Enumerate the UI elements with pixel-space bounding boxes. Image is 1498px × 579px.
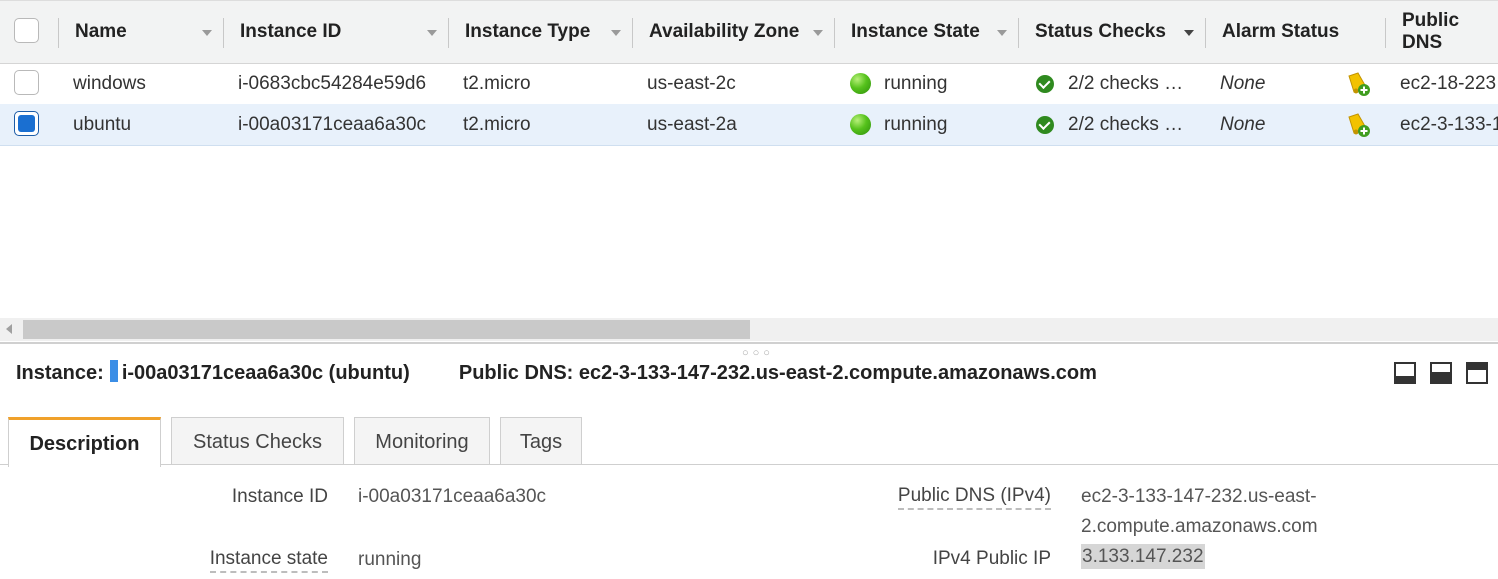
resize-grip-icon[interactable]: ○○○ (742, 347, 774, 359)
running-state-icon (850, 73, 871, 94)
sort-availability-zone-icon[interactable] (813, 30, 823, 36)
status-checks[interactable]: 2/2 checks … (1068, 104, 1183, 145)
instance-state: running (884, 73, 948, 94)
selected-instance-bar: Instance: i-00a03171ceaa6a30c (ubuntu) Pu… (16, 360, 1097, 388)
alarm-status: None (1220, 114, 1266, 135)
column-header-name[interactable]: Name (75, 1, 127, 63)
availability-zone: us-east-2c (647, 73, 736, 94)
column-header-instance-type[interactable]: Instance Type (465, 1, 590, 63)
tab-monitoring[interactable]: Monitoring (354, 417, 490, 464)
select-all-checkbox[interactable] (14, 18, 39, 43)
tab-description[interactable]: Description (8, 417, 161, 467)
scroll-left-arrow-icon[interactable] (6, 324, 12, 334)
field-label-instance-state[interactable]: Instance state (209, 548, 328, 573)
table-row[interactable]: ubuntu i-00a03171ceaa6a30c t2.micro us-e… (0, 104, 1498, 146)
add-alarm-icon[interactable] (1345, 112, 1371, 138)
field-value-public-dns-line1: ec2-3-133-147-232.us-east- (1081, 486, 1317, 507)
sort-name-icon[interactable] (202, 30, 212, 36)
tab-status-checks[interactable]: Status Checks (171, 417, 344, 464)
ipv4-highlight[interactable]: 3.133.147.232 (1081, 544, 1205, 569)
field-label-ipv4-public-ip: IPv4 Public IP (932, 548, 1051, 569)
split-divider[interactable] (0, 342, 1498, 344)
field-value-public-dns-line2: 2.compute.amazonaws.com (1081, 516, 1318, 537)
sort-instance-state-icon[interactable] (997, 30, 1007, 36)
pane-bottom-small-icon[interactable] (1394, 362, 1416, 384)
status-checks[interactable]: 2/2 checks … (1068, 63, 1183, 104)
table-header: Name Instance ID Instance Type Availabil… (0, 0, 1498, 64)
alarm-status: None (1220, 73, 1266, 94)
column-header-availability-zone[interactable]: Availability Zone (649, 1, 799, 63)
pane-top-icon[interactable] (1466, 362, 1488, 384)
sort-instance-type-icon[interactable] (611, 30, 621, 36)
column-header-status-checks[interactable]: Status Checks (1035, 1, 1166, 63)
instance-id: i-00a03171ceaa6a30c (238, 114, 427, 135)
column-header-instance-id[interactable]: Instance ID (240, 1, 341, 63)
sort-instance-id-icon[interactable] (427, 30, 437, 36)
pane-bottom-large-icon[interactable] (1430, 362, 1452, 384)
field-value-instance-state: running (358, 549, 422, 570)
instance-name[interactable]: ubuntu (73, 104, 131, 145)
public-dns-value: ec2-3-133-147-232.us-east-2.compute.amaz… (578, 362, 1097, 384)
field-label-instance-id: Instance ID (231, 486, 328, 507)
field-label-public-dns-ipv4[interactable]: Public DNS (IPv4) (897, 485, 1051, 510)
instance-color-marker (109, 360, 118, 382)
table-row[interactable]: windows i-0683cbc54284e59d6 t2.micro us-… (0, 63, 1498, 105)
column-header-alarm-status[interactable]: Alarm Status (1222, 1, 1339, 63)
instance-type: t2.micro (463, 114, 531, 135)
instance-id: i-0683cbc54284e59d6 (238, 73, 427, 94)
row-checkbox[interactable] (14, 70, 39, 95)
field-value-ipv4-public-ip[interactable]: 3.133.147.232 (1081, 544, 1205, 569)
row-checkbox-checked[interactable] (14, 111, 39, 136)
instance-type: t2.micro (463, 73, 531, 94)
public-dns: ec2-3-133-1 (1400, 114, 1498, 135)
sort-status-checks-icon[interactable] (1184, 30, 1194, 36)
tab-tags[interactable]: Tags (500, 417, 582, 464)
tab-underline (0, 464, 1498, 465)
instance-value: i-00a03171ceaa6a30c (ubuntu) (121, 362, 410, 384)
instance-label: Instance: (16, 362, 104, 384)
availability-zone: us-east-2a (647, 114, 737, 135)
column-header-public-dns[interactable]: Public DNS (1402, 1, 1498, 63)
column-header-instance-state[interactable]: Instance State (851, 1, 980, 63)
check-passed-icon (1036, 116, 1054, 134)
public-dns: ec2-18-223 (1400, 73, 1497, 94)
check-passed-icon (1036, 75, 1054, 93)
field-value-instance-id: i-00a03171ceaa6a30c (358, 486, 547, 507)
scrollbar-thumb[interactable] (23, 320, 750, 339)
running-state-icon (850, 114, 871, 135)
instance-name[interactable]: windows (73, 63, 146, 104)
instance-state: running (884, 114, 948, 135)
public-dns-label: Public DNS: (458, 362, 574, 384)
add-alarm-icon[interactable] (1345, 71, 1371, 97)
